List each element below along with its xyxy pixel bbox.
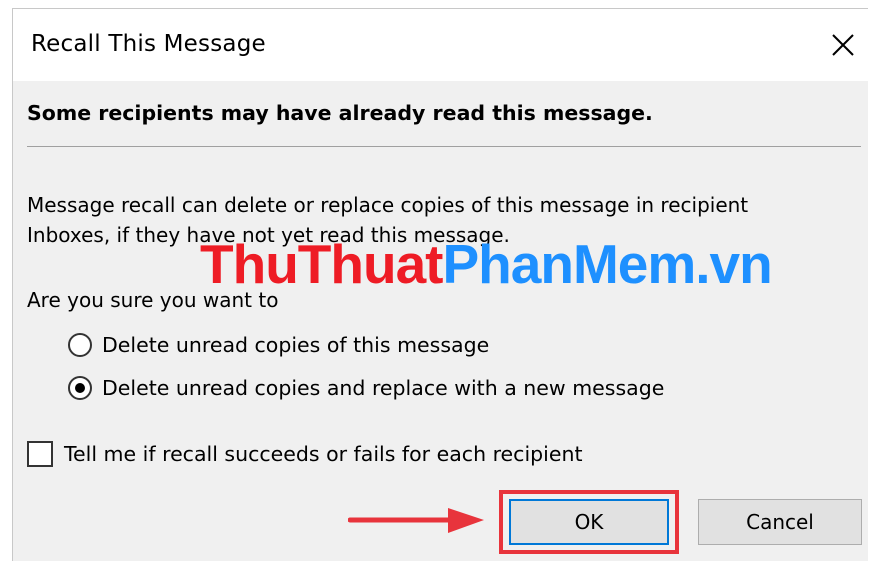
notify-checkbox-label: Tell me if recall succeeds or fails for …	[64, 442, 583, 466]
radio-label-delete: Delete unread copies of this message	[102, 333, 490, 357]
recall-dialog: Recall This Message Some recipients may …	[12, 8, 869, 561]
radio-button-delete[interactable]	[68, 333, 92, 357]
ok-button[interactable]: OK	[509, 499, 669, 545]
watermark-text-blue: PhanMem.vn	[442, 233, 772, 295]
close-button[interactable]	[827, 29, 859, 61]
watermark-logo: ThuThuatPhanMem.vn	[200, 231, 773, 297]
radio-option-replace[interactable]: Delete unread copies and replace with a …	[68, 376, 664, 400]
divider	[27, 146, 861, 147]
radio-label-replace: Delete unread copies and replace with a …	[102, 376, 665, 400]
notify-checkbox-row[interactable]: Tell me if recall succeeds or fails for …	[27, 441, 583, 467]
title-bar: Recall This Message	[13, 9, 869, 81]
close-icon	[832, 34, 854, 56]
pointer-arrow-icon	[348, 508, 484, 533]
description-line-1: Message recall can delete or replace cop…	[27, 193, 749, 217]
radio-button-replace[interactable]	[68, 376, 92, 400]
cancel-button[interactable]: Cancel	[698, 499, 862, 545]
radio-option-delete[interactable]: Delete unread copies of this message	[68, 333, 489, 357]
warning-heading: Some recipients may have already read th…	[27, 101, 653, 125]
dialog-title: Recall This Message	[31, 31, 266, 57]
notify-checkbox[interactable]	[27, 441, 53, 467]
watermark-text-red: ThuThuat	[200, 233, 443, 295]
